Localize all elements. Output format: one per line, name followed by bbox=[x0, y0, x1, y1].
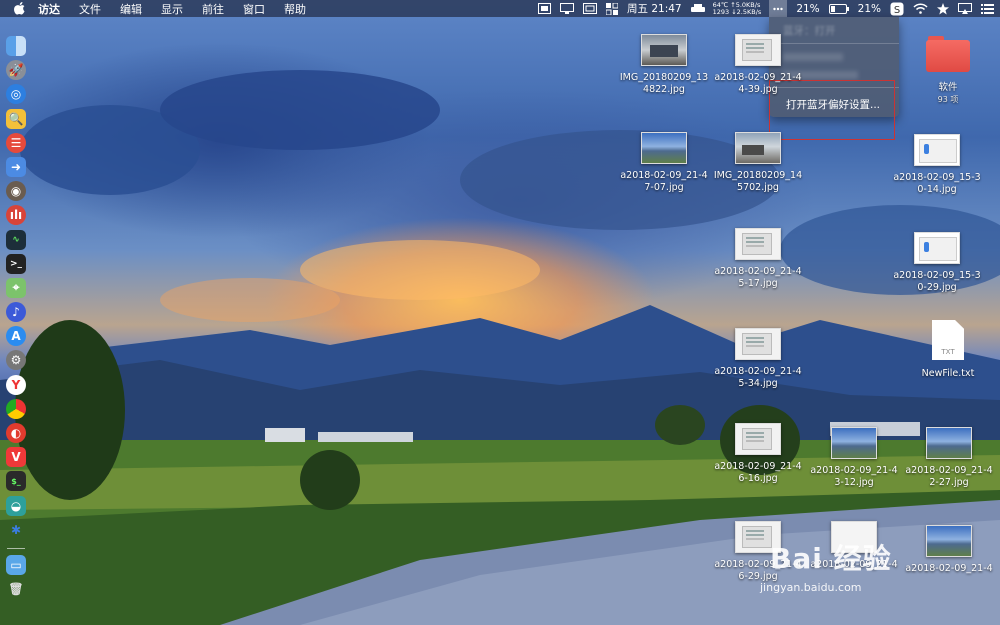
network-speed[interactable]: 64℃ ↑5.0KB/s 1293 ↓2.5KB/s bbox=[712, 1, 762, 16]
dock-separator bbox=[7, 547, 25, 549]
chrome-icon[interactable] bbox=[6, 398, 26, 419]
calendar-icon[interactable]: ☰ bbox=[6, 132, 26, 153]
app-store-icon[interactable]: A bbox=[6, 326, 26, 347]
menu-clock[interactable]: 周五 21:47 bbox=[627, 1, 682, 16]
image-thumbnail bbox=[735, 423, 781, 455]
desktop-file[interactable]: a2018-02-09_21-47-07.jpg bbox=[618, 132, 710, 193]
baidu-watermark: Bai 经验 jingyan.baidu.com bbox=[760, 537, 892, 594]
file-label: a2018-02-09_21-44-39.jpg bbox=[714, 72, 802, 95]
desktop-file[interactable]: a2018-02-09_15-30-29.jpg bbox=[891, 232, 983, 293]
activity-monitor-icon[interactable]: ∿ bbox=[6, 229, 26, 250]
image-thumbnail bbox=[735, 228, 781, 260]
desktop-file[interactable]: a2018-02-09_21-45-17.jpg bbox=[712, 228, 804, 289]
launchpad-icon[interactable]: 🚀 bbox=[6, 60, 26, 81]
bluetooth-app-icon[interactable]: ✱ bbox=[6, 520, 26, 540]
desktop-file[interactable]: TXT NewFile.txt bbox=[902, 320, 994, 380]
watermark-brand: Bai 经验 bbox=[770, 542, 892, 575]
file-label: a2018-02-09_15-30-29.jpg bbox=[893, 270, 981, 293]
downloads-folder-icon[interactable]: ▭ bbox=[6, 554, 26, 575]
input-source-icon[interactable] bbox=[538, 3, 551, 14]
display-icon[interactable] bbox=[560, 3, 574, 14]
maps-icon[interactable]: ⌖ bbox=[6, 277, 26, 298]
menu-finder[interactable]: 访达 bbox=[38, 1, 60, 17]
menu-help[interactable]: 帮助 bbox=[284, 1, 306, 17]
image-thumbnail bbox=[641, 132, 687, 164]
preview-icon[interactable]: 🔍 bbox=[6, 108, 26, 129]
folder-item-count: 93 项 bbox=[937, 94, 959, 104]
txt-badge: TXT bbox=[941, 348, 955, 356]
vpn-icon[interactable]: ◒ bbox=[6, 495, 26, 516]
menu-window[interactable]: 窗口 bbox=[243, 1, 265, 17]
file-label: a2018-02-09_21-45-34.jpg bbox=[714, 366, 802, 389]
folder-label: 软件 bbox=[938, 82, 958, 93]
migration-icon[interactable]: ➜ bbox=[6, 156, 26, 177]
menu-edit[interactable]: 编辑 bbox=[120, 1, 142, 17]
battery-percent[interactable]: 21% bbox=[858, 3, 881, 15]
apple-menu-icon[interactable] bbox=[14, 2, 26, 15]
image-thumbnail bbox=[926, 525, 972, 557]
notification-center-icon[interactable] bbox=[981, 3, 994, 14]
desktop-file[interactable]: a2018-02-09_15-30-14.jpg bbox=[891, 134, 983, 195]
sketch-icon[interactable]: S bbox=[890, 2, 904, 16]
menu-file[interactable]: 文件 bbox=[79, 1, 101, 17]
desktop-file[interactable]: IMG_20180209_134822.jpg bbox=[618, 34, 710, 95]
image-thumbnail bbox=[926, 427, 972, 459]
status-menu-active-icon[interactable] bbox=[769, 0, 788, 17]
file-label: a2018-02-09_21-43-12.jpg bbox=[810, 465, 898, 488]
image-thumbnail bbox=[914, 232, 960, 264]
grid-icon[interactable] bbox=[606, 2, 618, 15]
airplay-icon[interactable] bbox=[958, 2, 972, 15]
desktop-file[interactable]: a2018-02-09_21-45-34.jpg bbox=[712, 328, 804, 389]
finder-icon[interactable] bbox=[6, 36, 26, 56]
wifi-icon[interactable] bbox=[913, 3, 928, 14]
image-thumbnail bbox=[641, 34, 687, 66]
terminal-icon[interactable]: >_ bbox=[6, 253, 26, 274]
folder-icon bbox=[926, 36, 970, 72]
net-down: 1293 ↓2.5KB/s bbox=[712, 7, 762, 16]
file-label: a2018-02-09_21-47-07.jpg bbox=[620, 170, 708, 193]
netease-music-icon[interactable]: ◐ bbox=[6, 423, 26, 443]
image-thumbnail bbox=[735, 328, 781, 360]
desktop-file[interactable]: a2018-02-09_21-4 bbox=[903, 525, 995, 575]
text-file-icon: TXT bbox=[932, 320, 964, 360]
svg-text:S: S bbox=[894, 5, 900, 16]
desktop-file[interactable]: a2018-02-09_21-46-16.jpg bbox=[712, 423, 804, 484]
system-preferences-icon[interactable]: ⚙ bbox=[6, 350, 26, 371]
desktop-file[interactable]: a2018-02-09_21-42-27.jpg bbox=[903, 427, 995, 488]
desktop-file[interactable]: a2018-02-09_21-44-39.jpg bbox=[712, 34, 804, 95]
siri-icon[interactable]: ♪ bbox=[6, 302, 26, 323]
camera-icon[interactable]: ◉ bbox=[6, 181, 26, 202]
file-label: NewFile.txt bbox=[921, 368, 975, 379]
dock: 🚀 ◎ 🔍 ☰ ➜ ◉ ılı ∿ >_ ⌖ ♪ A ⚙ Y ◐ V $_ ◒ … bbox=[4, 36, 28, 608]
file-label: a2018-02-09_21-45-17.jpg bbox=[714, 266, 802, 289]
terminal-2-icon[interactable]: $_ bbox=[6, 471, 26, 492]
mirroring-icon[interactable] bbox=[583, 3, 597, 14]
image-thumbnail bbox=[735, 132, 781, 164]
desktop-folder[interactable]: 软件 93 项 bbox=[902, 36, 994, 105]
istat-icon[interactable]: ılı bbox=[6, 205, 26, 226]
battery-icon[interactable] bbox=[828, 3, 849, 14]
file-label: a2018-02-09_21-46-16.jpg bbox=[714, 461, 802, 484]
vivaldi-icon[interactable]: V bbox=[6, 447, 26, 468]
cpu-percent[interactable]: 21% bbox=[796, 3, 819, 15]
watermark-url: jingyan.baidu.com bbox=[760, 581, 862, 594]
menu-view[interactable]: 显示 bbox=[161, 1, 183, 17]
file-label: a2018-02-09_15-30-14.jpg bbox=[893, 172, 981, 195]
safari-icon[interactable]: ◎ bbox=[6, 84, 26, 105]
image-thumbnail bbox=[831, 427, 877, 459]
desktop-file[interactable]: IMG_20180209_145702.jpg bbox=[712, 132, 804, 193]
menu-bar: 访达 文件 编辑 显示 前往 窗口 帮助 周五 21:47 64℃ ↑5.0KB… bbox=[0, 0, 1000, 17]
menu-go[interactable]: 前往 bbox=[202, 1, 224, 17]
file-label: IMG_20180209_134822.jpg bbox=[619, 72, 709, 95]
file-label: a2018-02-09_21-42-27.jpg bbox=[905, 465, 993, 488]
yandex-icon[interactable]: Y bbox=[6, 374, 26, 395]
file-label: IMG_20180209_145702.jpg bbox=[713, 170, 803, 193]
image-thumbnail bbox=[735, 34, 781, 66]
trash-icon[interactable]: 🗑 bbox=[6, 579, 26, 599]
car-icon[interactable] bbox=[690, 3, 705, 14]
image-thumbnail bbox=[914, 134, 960, 166]
desktop-file[interactable]: a2018-02-09_21-43-12.jpg bbox=[808, 427, 900, 488]
file-label: a2018-02-09_21-4 bbox=[905, 563, 993, 574]
star-icon[interactable] bbox=[937, 2, 949, 15]
